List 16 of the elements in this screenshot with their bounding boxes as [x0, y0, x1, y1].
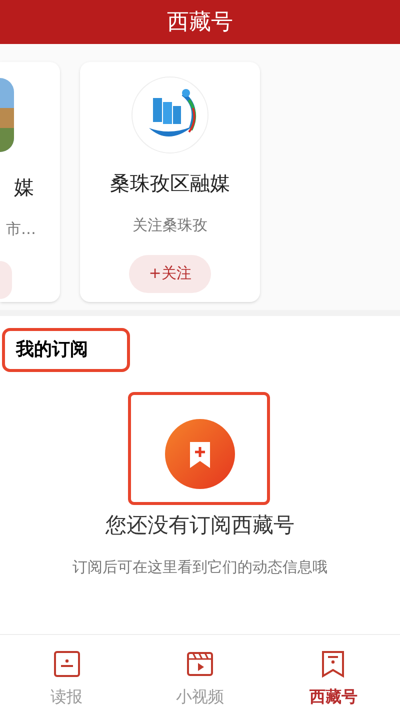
channel-description: 关注桑珠孜	[132, 215, 208, 236]
tab[interactable]: 西藏号	[266, 635, 400, 712]
channel-card[interactable]: 媒 市…	[0, 62, 60, 302]
page-title: 西藏号	[167, 8, 233, 36]
channel-description: 市…	[6, 219, 36, 240]
subscribe-add-icon	[164, 418, 236, 490]
channel-card[interactable]: 桑珠孜区融媒 关注桑珠孜 +关注	[80, 62, 260, 302]
section-title: 我的订阅	[16, 338, 88, 362]
follow-button[interactable]: +关注	[129, 254, 211, 292]
channel-name: 桑珠孜区融媒	[110, 170, 230, 197]
empty-message: 订阅后可在这里看到它们的动态信息哦	[72, 556, 328, 578]
video-clapper-icon	[184, 649, 215, 679]
channel-name: 媒	[14, 174, 34, 201]
newspaper-icon	[52, 649, 82, 679]
empty-title: 您还没有订阅西藏号	[106, 512, 294, 539]
logo-icon	[131, 76, 209, 154]
